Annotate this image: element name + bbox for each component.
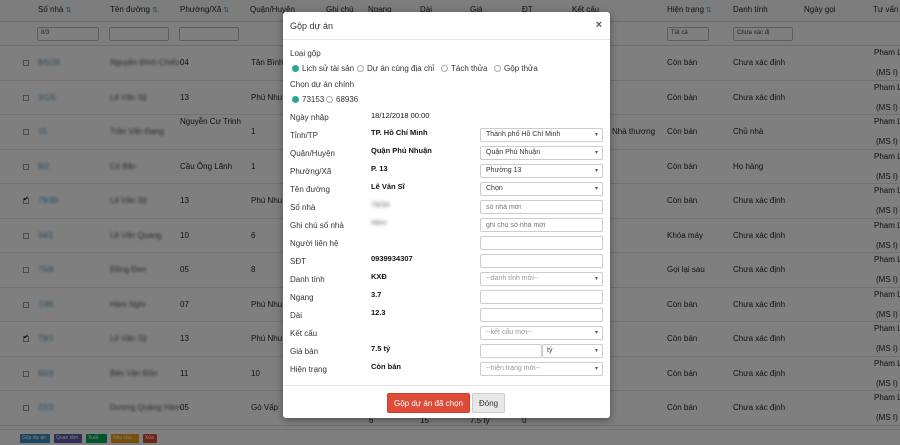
phuong-label: Phường/Xã <box>290 167 332 176</box>
select-value: Thành phố Hồ Chí Minh <box>486 131 561 138</box>
radio-label[interactable]: 68936 <box>336 95 358 104</box>
loai-gop-label: Loại gộp <box>290 49 321 58</box>
radio-gop-thua[interactable] <box>494 65 501 72</box>
sdt-input[interactable] <box>480 254 603 268</box>
sdt-label: SĐT <box>290 257 306 266</box>
radio-label[interactable]: Gộp thửa <box>504 64 538 73</box>
tinh-label: Tỉnh/TP <box>290 131 319 140</box>
hien-trang-select[interactable]: --hiện trạng mới-- ▾ <box>480 362 603 376</box>
ngay-nhap-value: 18/12/2018 00:00 <box>371 111 430 120</box>
danh-tinh-select[interactable]: --danh tính mới-- ▾ <box>480 272 603 286</box>
sdt-value: 0939934307 <box>371 254 413 263</box>
so-nha-label: Số nhà <box>290 203 316 212</box>
danh-tinh-label: Danh tính <box>290 275 325 284</box>
caret-icon: ▾ <box>594 186 598 192</box>
nguoi-lien-he-label: Người liên hệ <box>290 239 339 248</box>
radio-du-an-cung-dia-chi[interactable] <box>357 65 364 72</box>
radio-du-an-73153[interactable] <box>292 96 299 103</box>
select-value: --danh tính mới-- <box>486 275 539 282</box>
select-value: Quận Phú Nhuận <box>486 149 541 156</box>
dai-input[interactable] <box>480 308 603 322</box>
select-value: Chọn <box>486 185 503 192</box>
so-nha-input[interactable] <box>480 200 603 214</box>
caret-icon: ▾ <box>594 150 598 156</box>
merge-project-modal: Gộp dự án × Loại gộp Lịch sử tài sản Dự … <box>283 12 610 418</box>
caret-icon: ▾ <box>594 330 598 336</box>
gia-ban-input[interactable] <box>480 344 542 358</box>
close-button[interactable]: Đóng <box>472 393 506 413</box>
radio-lich-su-tai-san[interactable] <box>292 65 299 72</box>
danh-tinh-value: KXĐ <box>371 272 387 281</box>
quan-select[interactable]: Quận Phú Nhuận ▾ <box>480 146 603 160</box>
radio-label[interactable]: Dự án cùng địa chỉ <box>367 64 434 73</box>
select-value: --hiện trạng mới-- <box>486 365 541 372</box>
dai-value: 12.3 <box>371 308 386 317</box>
quan-label: Quận/Huyện <box>290 149 335 158</box>
caret-icon: ▾ <box>594 168 598 174</box>
radio-du-an-68936[interactable] <box>326 96 333 103</box>
hien-trang-label: Hiện trạng <box>290 365 327 374</box>
tinh-value: TP. Hồ Chí Minh <box>371 128 428 137</box>
gia-ban-value: 7.5 tỷ <box>371 344 391 353</box>
ten-duong-select[interactable]: Chọn ▾ <box>480 182 603 196</box>
dai-label: Dài <box>290 311 303 320</box>
modal-footer: Gộp dự án đã chọn Đóng <box>283 385 610 418</box>
close-icon[interactable]: × <box>596 19 602 31</box>
radio-label[interactable]: 73153 <box>302 95 324 104</box>
select-value: Phường 13 <box>486 167 522 174</box>
phuong-value: P. 13 <box>371 164 388 173</box>
tinh-select[interactable]: Thành phố Hồ Chí Minh ▾ <box>480 128 603 142</box>
modal-header: Gộp dự án × <box>283 12 610 40</box>
ket-cau-select[interactable]: --kết cấu mới-- ▾ <box>480 326 603 340</box>
ngang-value: 3.7 <box>371 290 382 299</box>
ten-duong-value: Lê Văn Sĩ <box>371 182 405 191</box>
caret-icon: ▾ <box>594 132 598 138</box>
ket-cau-label: Kết cấu <box>290 329 318 338</box>
ghi-chu-label: Ghi chú số nhà <box>290 221 344 230</box>
nguoi-lien-he-input[interactable] <box>480 236 603 250</box>
chon-du-an-label: Chọn dự án chính <box>290 80 355 89</box>
select-value: tỷ <box>547 347 553 354</box>
modal-title: Gộp dự án <box>290 21 334 31</box>
radio-label[interactable]: Lịch sử tài sản <box>302 64 354 73</box>
hien-trang-value: Còn bán <box>371 362 401 371</box>
phuong-select[interactable]: Phường 13 ▾ <box>480 164 603 178</box>
merge-selected-button[interactable]: Gộp dự án đã chọn <box>387 393 470 413</box>
ghi-chu-input[interactable] <box>480 218 603 232</box>
radio-label[interactable]: Tách thửa <box>451 64 487 73</box>
so-nha-value: 79/30 <box>371 200 390 209</box>
ngay-nhap-label: Ngày nhập <box>290 113 329 122</box>
radio-tach-thua[interactable] <box>441 65 448 72</box>
quan-value: Quận Phú Nhuận <box>371 146 432 155</box>
ten-duong-label: Tên đường <box>290 185 330 194</box>
caret-icon: ▾ <box>594 366 598 372</box>
ngang-label: Ngang <box>290 293 314 302</box>
gia-ban-label: Giá bán <box>290 347 319 356</box>
ngang-input[interactable] <box>480 290 603 304</box>
caret-icon: ▾ <box>594 348 598 354</box>
ghi-chu-value: Hẻm <box>371 218 387 227</box>
select-value: --kết cấu mới-- <box>486 329 532 336</box>
caret-icon: ▾ <box>594 276 598 282</box>
gia-ban-unit-select[interactable]: tỷ ▾ <box>542 344 603 358</box>
